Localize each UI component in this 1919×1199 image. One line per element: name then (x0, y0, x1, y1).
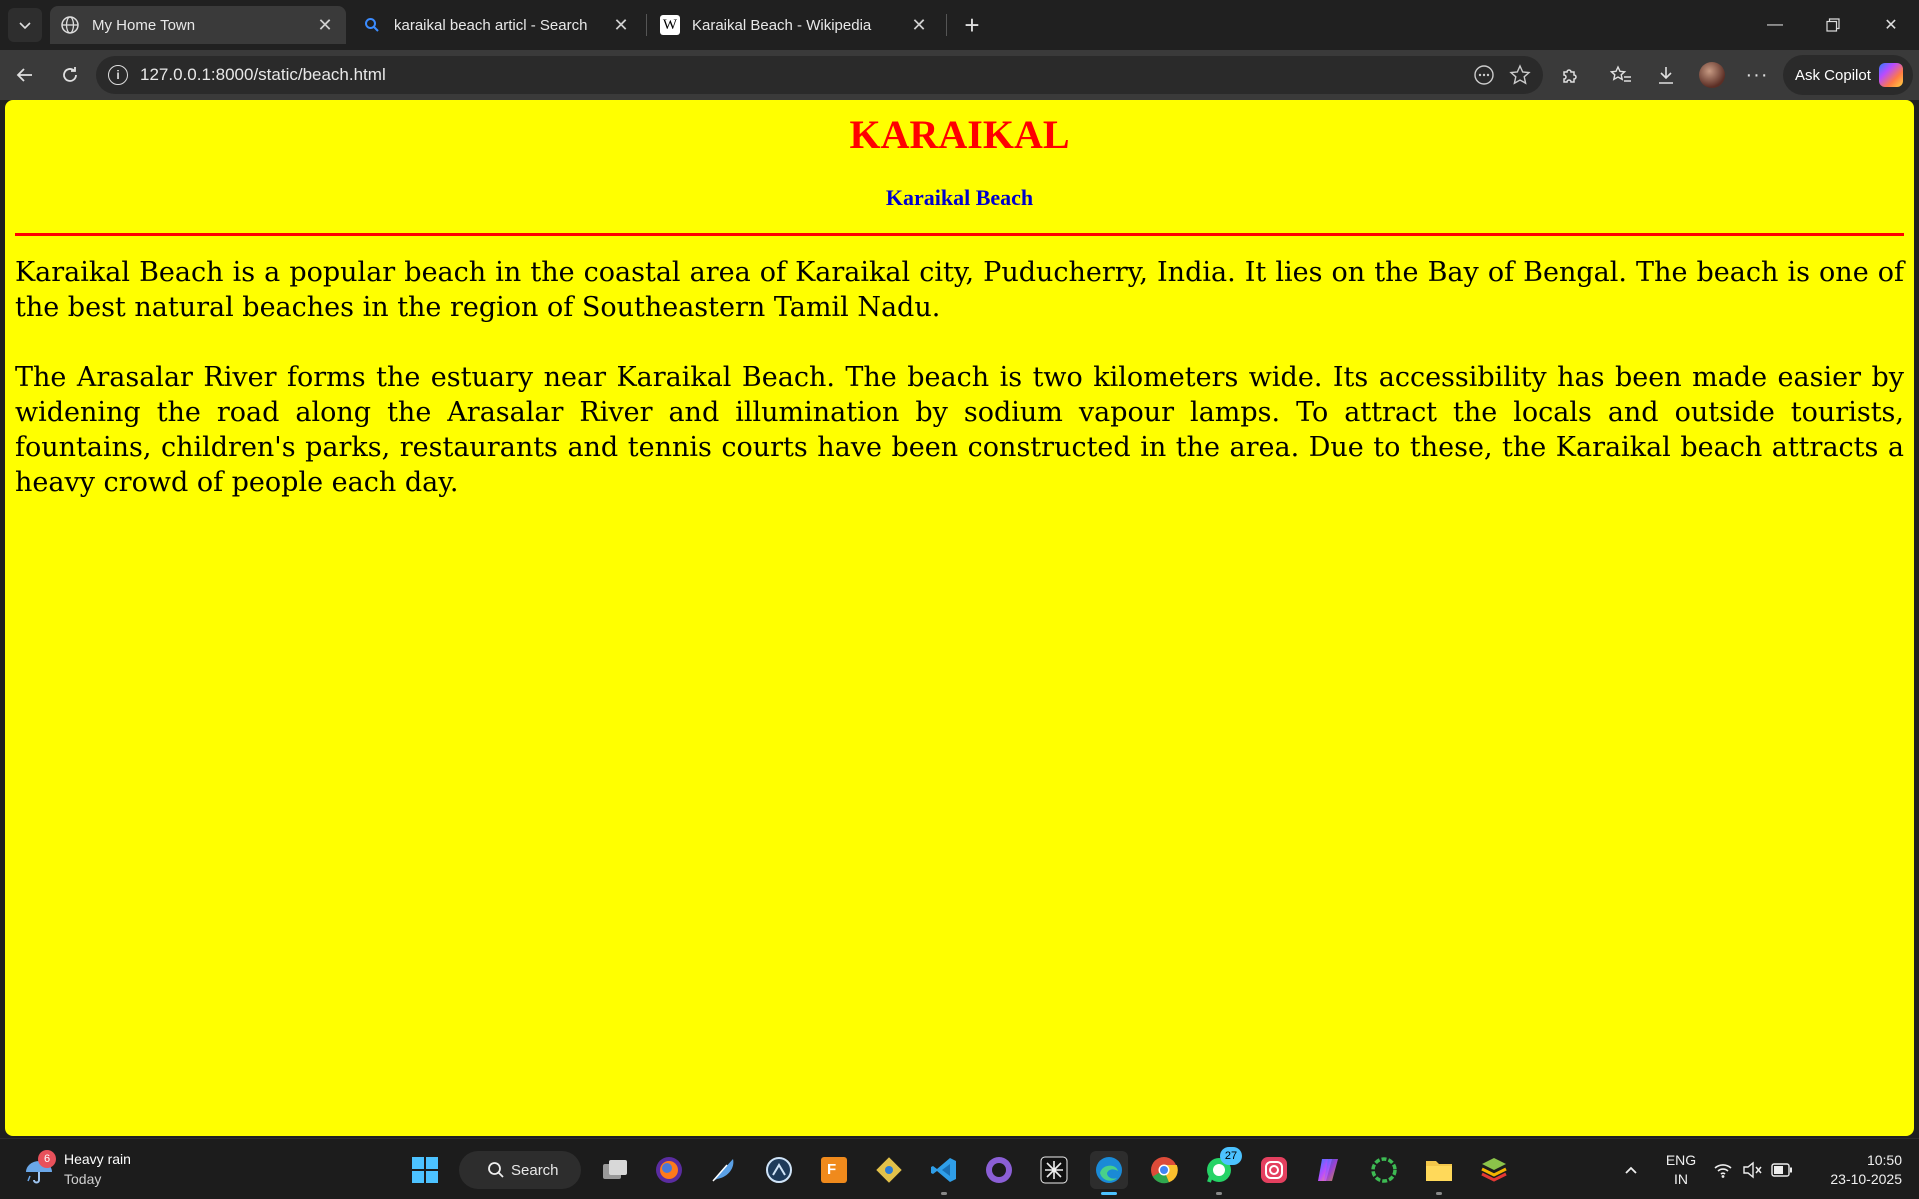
taskbar-search[interactable]: Search (459, 1151, 581, 1189)
copilot-app-icon[interactable] (1310, 1151, 1348, 1189)
arduino-app-icon[interactable] (760, 1151, 798, 1189)
tab-title: karaikal beach articl - Search (394, 16, 588, 34)
task-view-icon[interactable] (596, 1151, 634, 1189)
tab-strip: My Home Town ✕ karaikal beach articl - S… (0, 0, 1919, 50)
instagram-icon[interactable] (1255, 1151, 1293, 1189)
web-page: KARAIKAL Karaikal Beach Karaikal Beach i… (5, 100, 1914, 1136)
copilot-label: Ask Copilot (1795, 66, 1871, 84)
close-icon: ✕ (1884, 17, 1898, 34)
url-text[interactable]: 127.0.0.1:8000/static/beach.html (140, 65, 386, 85)
stack-app-icon[interactable] (1475, 1151, 1513, 1189)
github-desktop-icon[interactable] (980, 1151, 1018, 1189)
running-indicator (941, 1192, 947, 1195)
tab-title: My Home Town (92, 16, 196, 34)
refresh-icon (63, 67, 77, 82)
search-icon (488, 1162, 504, 1178)
search-icon (362, 15, 382, 35)
weather-badge: 6 (38, 1150, 56, 1168)
system-tray-status[interactable] (1708, 1151, 1798, 1189)
start-button[interactable] (406, 1151, 444, 1189)
downloads-button[interactable] (1649, 58, 1683, 92)
fusion-360-icon[interactable]: F (815, 1151, 853, 1189)
feather-app-icon[interactable] (705, 1151, 743, 1189)
svg-text:F: F (827, 1161, 836, 1178)
copilot-icon (1878, 63, 1903, 87)
more-menu-button[interactable]: ··· (1740, 58, 1774, 92)
ask-copilot-button[interactable]: Ask Copilot (1783, 55, 1913, 95)
tab-search[interactable]: karaikal beach articl - Search ✕ (352, 6, 642, 44)
language-line1: ENG (1665, 1152, 1697, 1168)
favorites-icon (1610, 65, 1631, 82)
site-info-icon[interactable]: i (108, 65, 128, 85)
windows-logo-icon (412, 1157, 438, 1183)
clock-time: 10:50 (1866, 1152, 1902, 1168)
page-heading: KARAIKAL (849, 112, 1070, 157)
tab-my-home-town[interactable]: My Home Town ✕ (50, 6, 346, 44)
reading-view-icon[interactable] (1473, 64, 1495, 86)
language-indicator[interactable]: ENG IN (1664, 1151, 1698, 1189)
globe-icon (60, 15, 80, 35)
address-bar[interactable]: i 127.0.0.1:8000/static/beach.html (96, 56, 1543, 94)
show-hidden-icons-button[interactable] (1612, 1151, 1650, 1189)
plus-icon: + (964, 9, 980, 40)
back-arrow-icon (16, 68, 32, 82)
page-subheading: Karaikal Beach (885, 185, 1034, 210)
symbol-app-icon[interactable] (1035, 1151, 1073, 1189)
running-indicator (1216, 1192, 1222, 1195)
more-dots-icon: ··· (1745, 63, 1769, 86)
tab-title: Karaikal Beach - Wikipedia (692, 16, 872, 34)
close-window-button[interactable]: ✕ (1871, 8, 1911, 42)
browser-toolbar: i 127.0.0.1:8000/static/beach.html ··· A… (0, 50, 1919, 100)
paragraph-details: The Arasalar River forms the estuary nea… (15, 362, 1904, 498)
restore-icon (1826, 18, 1840, 32)
close-tab-icon[interactable]: ✕ (314, 14, 336, 36)
clock-date: 23-10-2025 (1830, 1171, 1902, 1187)
chevron-up-icon (1625, 1166, 1637, 1174)
rain-umbrella-icon: 6 (22, 1150, 56, 1186)
wifi-icon (1714, 1164, 1732, 1178)
firefox-icon[interactable] (650, 1151, 688, 1189)
language-line2: IN (1674, 1171, 1688, 1187)
paragraph-intro: Karaikal Beach is a popular beach in the… (15, 257, 1904, 323)
notification-badge: 27 (1220, 1147, 1242, 1165)
horizontal-rule (15, 233, 1904, 236)
running-indicator (1436, 1192, 1442, 1195)
taskbar-search-label: Search (511, 1161, 559, 1179)
circle-loader-icon[interactable] (1365, 1151, 1403, 1189)
extensions-button[interactable] (1553, 58, 1587, 92)
back-button[interactable] (8, 58, 42, 92)
taskbar: 6 Heavy rain Today Search F 27 ENG IN 10… (0, 1138, 1919, 1199)
chrome-icon[interactable] (1145, 1151, 1183, 1189)
restore-button[interactable] (1813, 8, 1853, 42)
favorites-button[interactable] (1604, 58, 1638, 92)
puzzle-icon (1563, 69, 1577, 83)
battery-icon (1771, 1163, 1793, 1177)
refresh-button[interactable] (53, 58, 87, 92)
profile-avatar[interactable] (1699, 62, 1725, 88)
tab-actions-button[interactable] (8, 8, 42, 42)
tab-separator (646, 14, 647, 36)
minimize-button[interactable]: — (1755, 8, 1795, 42)
close-tab-icon[interactable]: ✕ (908, 14, 930, 36)
whatsapp-icon[interactable]: 27 (1200, 1147, 1242, 1195)
clock[interactable]: 10:50 23-10-2025 (1806, 1151, 1902, 1189)
favorite-star-icon[interactable] (1509, 64, 1531, 86)
tab-separator (946, 14, 947, 36)
git-diamond-icon[interactable] (870, 1151, 908, 1189)
vscode-icon[interactable] (925, 1151, 963, 1195)
download-icon (1659, 67, 1673, 84)
edge-browser-icon[interactable] (1090, 1151, 1128, 1195)
new-tab-button[interactable]: + (957, 10, 987, 40)
tab-wikipedia[interactable]: W Karaikal Beach - Wikipedia ✕ (650, 6, 940, 44)
minimize-icon: — (1767, 16, 1783, 33)
active-indicator (1101, 1192, 1117, 1195)
close-tab-icon[interactable]: ✕ (610, 14, 632, 36)
weather-subtitle: Today (64, 1171, 102, 1187)
speaker-muted-icon (1743, 1161, 1762, 1179)
wikipedia-icon: W (660, 15, 680, 35)
file-explorer-icon[interactable] (1420, 1151, 1458, 1195)
weather-title: Heavy rain (64, 1151, 131, 1167)
chevron-down-icon (19, 22, 31, 30)
weather-widget[interactable]: 6 Heavy rain Today (22, 1149, 131, 1189)
